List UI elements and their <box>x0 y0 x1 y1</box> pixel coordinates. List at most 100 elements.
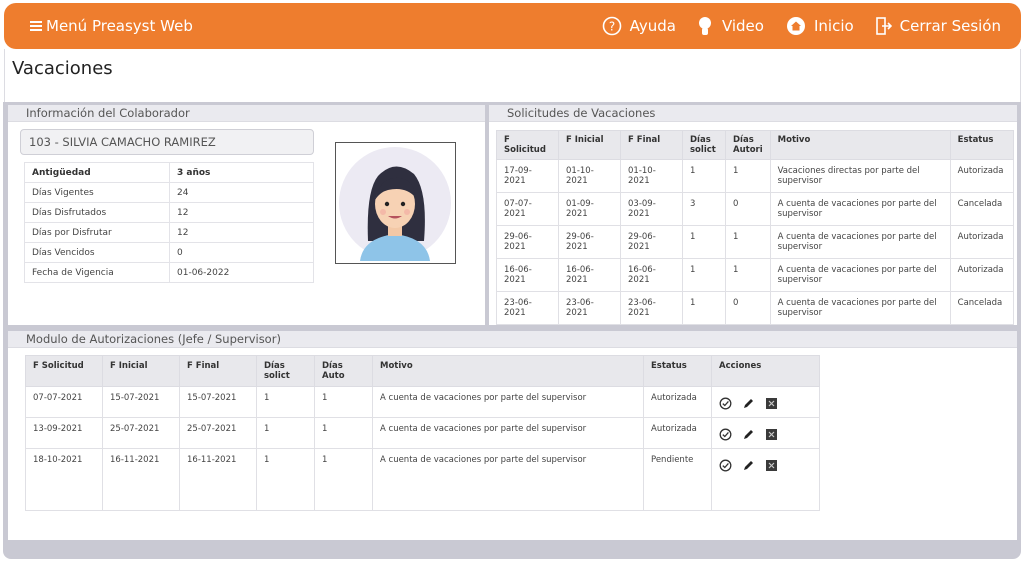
cell-f-final: 25-07-2021 <box>179 417 257 449</box>
col-dias-autori: Días Autori <box>725 130 771 160</box>
help-icon: ? <box>602 16 621 36</box>
col-estatus: Estatus <box>643 355 712 387</box>
row-actions <box>719 424 812 441</box>
cell-f-solicitud: 13-09-2021 <box>25 417 103 449</box>
cell-estatus: Cancelada <box>949 291 1015 325</box>
nav-inicio[interactable]: Inicio <box>786 16 854 36</box>
cell-dias-auto: 1 <box>314 448 373 511</box>
top-navbar: Menú Preasyst Web ? Ayuda Video Inicio C… <box>4 3 1021 49</box>
cell-f-final: 01-10-2021 <box>620 159 683 193</box>
cell-f-solicitud: 07-07-2021 <box>25 386 103 418</box>
cell-estatus: Autorizada <box>949 258 1015 292</box>
page-title: Vacaciones <box>12 58 113 79</box>
info-value: 12 <box>169 222 314 243</box>
col-f-inicial: F Inicial <box>102 355 180 387</box>
cell-dias-autori: 1 <box>725 258 771 292</box>
main-menu-label: Menú Preasyst Web <box>46 17 193 35</box>
table-row[interactable]: 07-07-2021 01-09-2021 03-09-2021 3 0 A c… <box>496 192 1015 226</box>
info-row: Días Vigentes 24 <box>24 182 314 203</box>
cell-f-solicitud: 18-10-2021 <box>25 448 103 511</box>
cell-estatus: Pendiente <box>643 448 712 511</box>
table-row[interactable]: 17-09-2021 01-10-2021 01-10-2021 1 1 Vac… <box>496 159 1015 193</box>
info-label: Días Vigentes <box>24 182 170 203</box>
logout-icon <box>875 17 892 35</box>
cell-f-final: 16-06-2021 <box>620 258 683 292</box>
cell-estatus: Autorizada <box>643 386 712 418</box>
approve-icon[interactable] <box>719 397 732 410</box>
cell-dias-solict: 3 <box>682 192 726 226</box>
cell-f-solicitud: 07-07-2021 <box>496 192 559 226</box>
info-value: 01-06-2022 <box>169 262 314 283</box>
cell-dias-solict: 1 <box>682 159 726 193</box>
cell-f-final: 15-07-2021 <box>179 386 257 418</box>
cell-estatus: Autorizada <box>643 417 712 449</box>
col-motivo: Motivo <box>372 355 644 387</box>
nav-ayuda[interactable]: ? Ayuda <box>602 16 676 36</box>
cell-motivo: A cuenta de vacaciones por parte del sup… <box>769 291 951 325</box>
colaborador-panel: Información del Colaborador 103 - SILVIA… <box>8 105 485 325</box>
work-area: Información del Colaborador 103 - SILVIA… <box>3 102 1021 559</box>
nav-cerrar-sesion[interactable]: Cerrar Sesión <box>875 17 1001 35</box>
page-frame <box>4 49 1021 103</box>
info-row: Días Disfrutados 12 <box>24 202 314 223</box>
nav-ayuda-label: Ayuda <box>629 17 676 35</box>
table-row[interactable]: 29-06-2021 29-06-2021 29-06-2021 1 1 A c… <box>496 225 1015 259</box>
col-dias-auto: Días Auto <box>314 355 373 387</box>
cell-dias-autori: 0 <box>725 291 771 325</box>
col-dias-solict: Días solict <box>256 355 315 387</box>
info-value: 24 <box>169 182 314 203</box>
table-row: 18-10-2021 16-11-2021 16-11-2021 1 1 A c… <box>25 448 820 511</box>
nav-video[interactable]: Video <box>698 16 764 36</box>
cell-f-solicitud: 16-06-2021 <box>496 258 559 292</box>
cell-f-solicitud: 17-09-2021 <box>496 159 559 193</box>
cell-f-final: 16-11-2021 <box>179 448 257 511</box>
approve-icon[interactable] <box>719 459 732 472</box>
cell-dias-autori: 0 <box>725 192 771 226</box>
col-f-final: F Final <box>620 130 683 160</box>
cell-motivo: A cuenta de vacaciones por parte del sup… <box>372 386 644 418</box>
col-acciones: Acciones <box>711 355 820 387</box>
table-row[interactable]: 16-06-2021 16-06-2021 16-06-2021 1 1 A c… <box>496 258 1015 292</box>
solicitudes-header: Solicitudes de Vacaciones <box>489 105 1017 122</box>
cell-f-inicial: 01-10-2021 <box>558 159 621 193</box>
video-icon <box>698 17 711 35</box>
col-f-inicial: F Inicial <box>558 130 621 160</box>
colaborador-name-field: 103 - SILVIA CAMACHO RAMIREZ <box>20 129 314 155</box>
reject-icon[interactable] <box>765 428 778 441</box>
cell-motivo: A cuenta de vacaciones por parte del sup… <box>769 225 951 259</box>
info-label: Fecha de Vigencia <box>24 262 170 283</box>
table-row[interactable]: 23-06-2021 23-06-2021 23-06-2021 1 0 A c… <box>496 291 1015 325</box>
col-f-solicitud: F Solicitud <box>25 355 103 387</box>
edit-icon[interactable] <box>742 428 755 441</box>
reject-icon[interactable] <box>765 397 778 410</box>
avatar <box>335 142 456 264</box>
cell-f-solicitud: 29-06-2021 <box>496 225 559 259</box>
svg-text:?: ? <box>608 20 614 34</box>
main-menu-button[interactable]: Menú Preasyst Web <box>30 17 193 35</box>
cell-f-inicial: 16-06-2021 <box>558 258 621 292</box>
cell-motivo: A cuenta de vacaciones por parte del sup… <box>372 417 644 449</box>
info-row: Antigüedad 3 años <box>24 162 314 183</box>
info-value: 12 <box>169 202 314 223</box>
colaborador-header: Información del Colaborador <box>8 105 485 122</box>
nav-video-label: Video <box>721 17 764 35</box>
col-estatus: Estatus <box>949 130 1015 160</box>
cell-estatus: Autorizada <box>949 225 1015 259</box>
edit-icon[interactable] <box>742 397 755 410</box>
cell-motivo: A cuenta de vacaciones por parte del sup… <box>372 448 644 511</box>
cell-dias-solict: 1 <box>682 225 726 259</box>
table-row: 13-09-2021 25-07-2021 25-07-2021 1 1 A c… <box>25 417 820 449</box>
cell-dias-auto: 1 <box>314 386 373 418</box>
col-f-final: F Final <box>179 355 257 387</box>
info-row: Días por Disfrutar 12 <box>24 222 314 243</box>
cell-dias-solict: 1 <box>682 258 726 292</box>
col-motivo: Motivo <box>769 130 951 160</box>
cell-dias-solict: 1 <box>256 448 315 511</box>
row-actions <box>719 393 812 410</box>
reject-icon[interactable] <box>765 459 778 472</box>
approve-icon[interactable] <box>719 428 732 441</box>
info-label: Antigüedad <box>24 162 170 183</box>
nav-cerrar-sesion-label: Cerrar Sesión <box>899 17 1001 35</box>
edit-icon[interactable] <box>742 459 755 472</box>
info-label: Días Disfrutados <box>24 202 170 223</box>
